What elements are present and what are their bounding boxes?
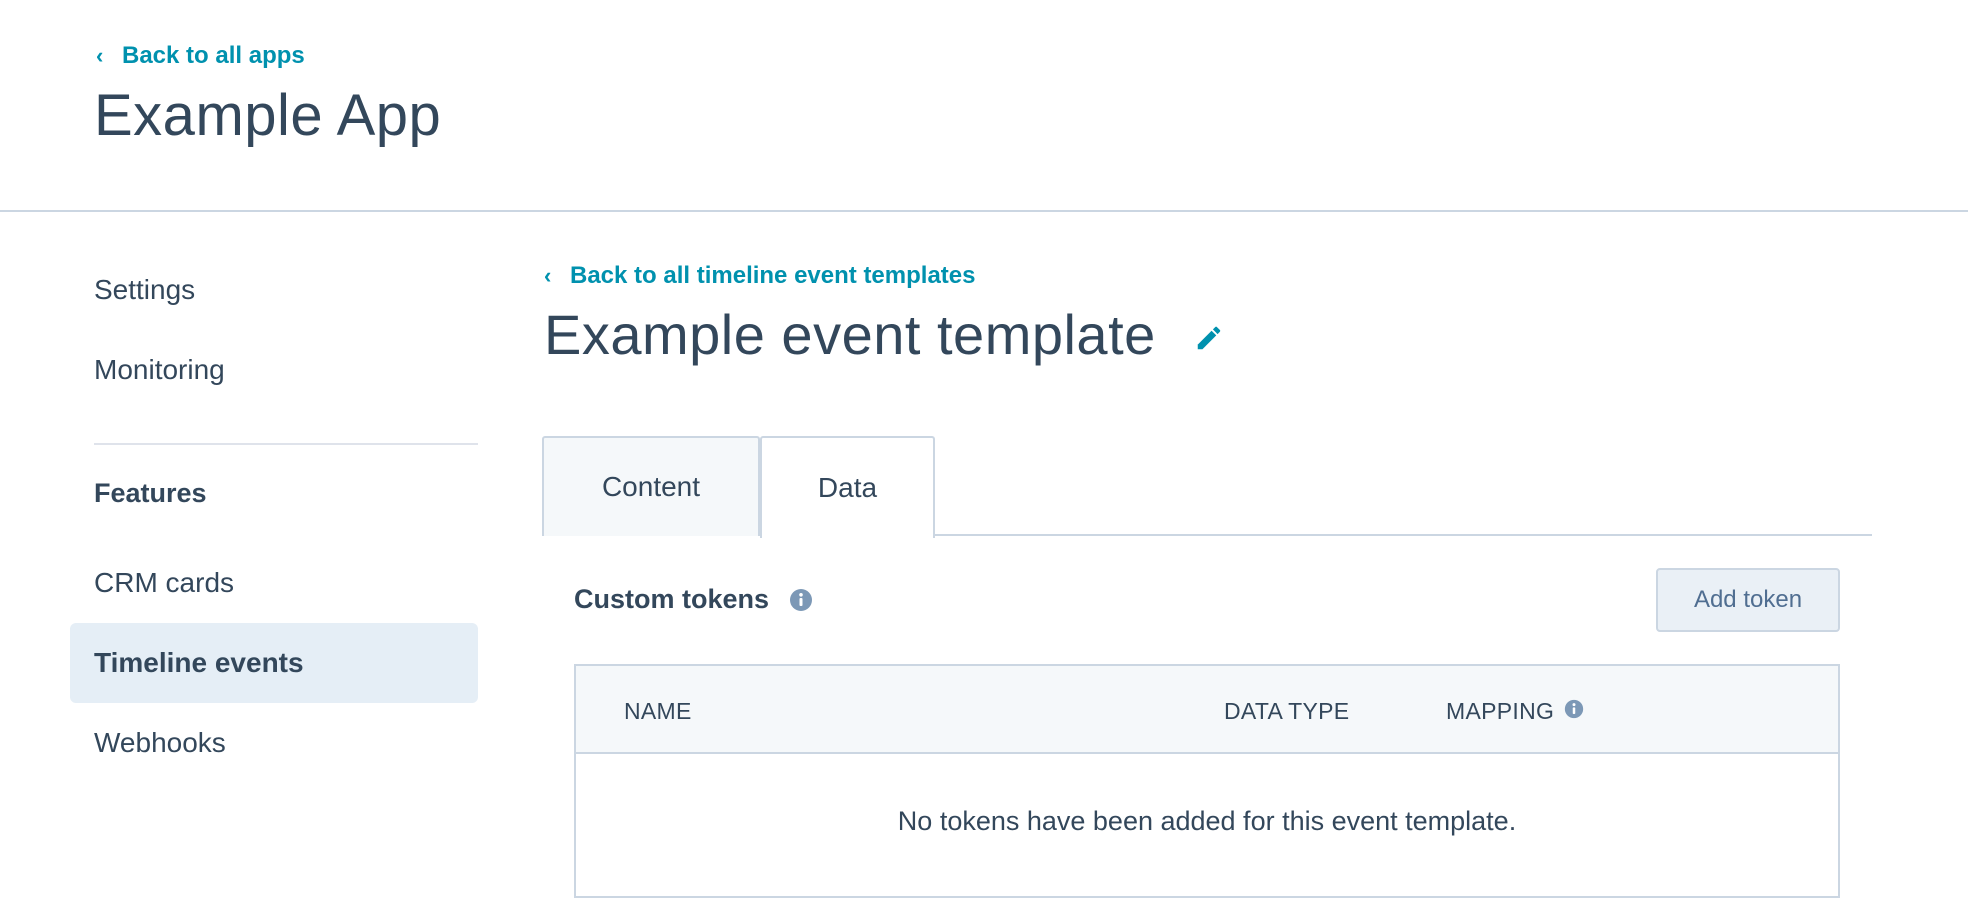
pencil-icon[interactable] xyxy=(1194,323,1224,353)
sidebar-item-settings[interactable]: Settings xyxy=(70,250,478,330)
sidebar-item-label: Timeline events xyxy=(94,647,304,678)
sidebar-item-timeline-events[interactable]: Timeline events xyxy=(70,623,478,703)
tokens-table: NAME DATA TYPE MAPPING No tokens have be… xyxy=(574,664,1840,898)
empty-state-message: No tokens have been added for this event… xyxy=(897,806,1517,836)
back-to-apps-label: Back to all apps xyxy=(122,42,305,69)
tab-label: Data xyxy=(817,472,878,503)
sidebar-item-label: CRM cards xyxy=(94,567,235,598)
chevron-left-icon: ‹ xyxy=(96,43,104,68)
column-header-data-type: DATA TYPE xyxy=(1224,698,1349,725)
column-header-label: DATA TYPE xyxy=(1224,698,1350,724)
title-row: Example event template xyxy=(544,302,1224,367)
back-to-templates-label: Back to all timeline event templates xyxy=(570,262,976,289)
sidebar-divider xyxy=(94,443,478,445)
column-header-label: NAME xyxy=(624,698,692,724)
info-icon[interactable] xyxy=(1564,699,1584,719)
tab-bar: Content Data xyxy=(542,436,1872,538)
page: ‹ Back to all apps Example App Settings … xyxy=(0,0,1968,914)
sidebar-item-label: Webhooks xyxy=(94,727,226,758)
custom-tokens-heading: Custom tokens xyxy=(574,584,813,615)
chevron-left-icon: ‹ xyxy=(544,263,552,288)
table-header: NAME DATA TYPE MAPPING xyxy=(576,666,1838,754)
section-title-label: Custom tokens xyxy=(574,584,770,614)
app-title: Example App xyxy=(94,83,442,148)
sidebar-item-label: Monitoring xyxy=(94,354,225,385)
back-to-apps-link[interactable]: ‹ Back to all apps xyxy=(96,42,305,70)
app-header: ‹ Back to all apps Example App xyxy=(0,0,1968,212)
back-to-templates-link[interactable]: ‹ Back to all timeline event templates xyxy=(544,262,975,290)
sidebar-features-heading: Features xyxy=(94,478,207,508)
column-header-name: NAME xyxy=(624,698,692,725)
column-header-mapping: MAPPING xyxy=(1446,698,1584,725)
column-header-label: MAPPING xyxy=(1446,698,1555,724)
info-icon[interactable] xyxy=(789,588,813,612)
add-token-button[interactable]: Add token xyxy=(1656,568,1840,632)
tab-label: Content xyxy=(601,471,701,502)
tab-data[interactable]: Data xyxy=(760,436,935,538)
sidebar-item-crm-cards[interactable]: CRM cards xyxy=(70,543,478,623)
sidebar-item-label: Settings xyxy=(94,274,196,305)
tab-content[interactable]: Content xyxy=(542,436,760,536)
page-title: Example event template xyxy=(544,303,1156,366)
sidebar-item-webhooks[interactable]: Webhooks xyxy=(70,703,478,783)
sidebar-item-monitoring[interactable]: Monitoring xyxy=(70,330,478,410)
